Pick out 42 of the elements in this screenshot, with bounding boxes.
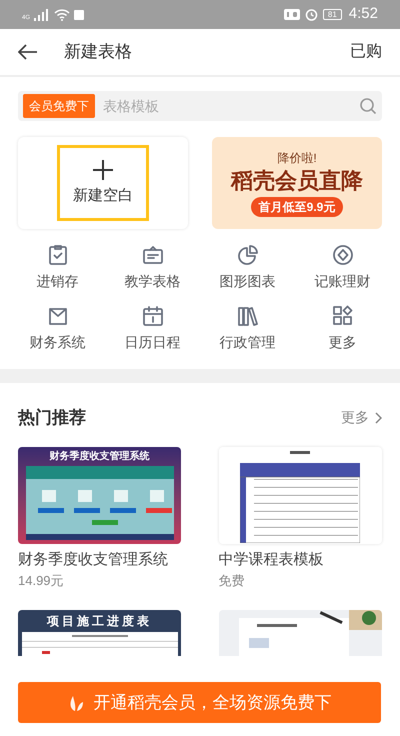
category-item[interactable]: 行政管理 <box>200 304 295 353</box>
promo-banner[interactable]: 降价啦! 稻壳会员直降 首月低至9.9元 <box>212 137 382 229</box>
alarm-icon <box>304 8 318 21</box>
books-icon <box>236 304 260 328</box>
clock-time: 4:52 <box>348 4 378 24</box>
pie-chart-icon <box>236 243 260 267</box>
category-item[interactable]: 日历日程 <box>105 304 200 353</box>
plus-icon <box>92 158 114 181</box>
template-price: 免费 <box>218 572 246 590</box>
wifi-icon <box>54 8 70 20</box>
board-icon <box>140 243 164 267</box>
search-icon <box>359 97 377 115</box>
member-badge: 会员免费下 <box>23 94 95 118</box>
category-item[interactable]: 记账理财 <box>295 243 390 292</box>
category-item[interactable]: 财务系统 <box>10 304 105 353</box>
template-title: 财务季度收支管理系统 <box>18 550 169 570</box>
banner-headline: 稻壳会员直降 <box>231 167 363 195</box>
chevron-right-icon <box>375 412 382 424</box>
battery-indicator: 81 <box>322 9 342 20</box>
new-blank-card[interactable]: 新建空白 <box>18 137 188 229</box>
back-button[interactable] <box>18 44 38 60</box>
category-item[interactable]: 更多 <box>295 304 390 353</box>
category-item[interactable]: 教学表格 <box>105 243 200 292</box>
signal-icon <box>34 8 50 20</box>
template-title: 中学课程表模板 <box>218 550 324 570</box>
calendar-icon <box>140 304 164 328</box>
notification-icon <box>74 10 84 20</box>
category-item[interactable]: 图形图表 <box>200 243 295 292</box>
new-blank-label: 新建空白 <box>73 186 133 206</box>
thumbnail-title: 财务季度收支管理系统 <box>50 450 150 462</box>
offer-pill: 首月低至9.9元 <box>250 196 344 217</box>
banner-tagline: 降价啦! <box>277 150 317 168</box>
page-title: 新建表格 <box>64 41 133 64</box>
coin-icon <box>330 243 354 267</box>
section-title: 热门推荐 <box>18 407 86 429</box>
grid-icon <box>330 304 354 328</box>
template-price: 14.99元 <box>18 572 65 590</box>
category-item[interactable]: 进销存 <box>10 243 105 292</box>
search-field[interactable]: 表格模板 <box>103 96 359 116</box>
purchased-link[interactable]: 已购 <box>350 40 382 64</box>
more-link[interactable]: 更多 <box>341 407 382 428</box>
thumbnail-title: 项目施工进度表 <box>47 612 152 628</box>
